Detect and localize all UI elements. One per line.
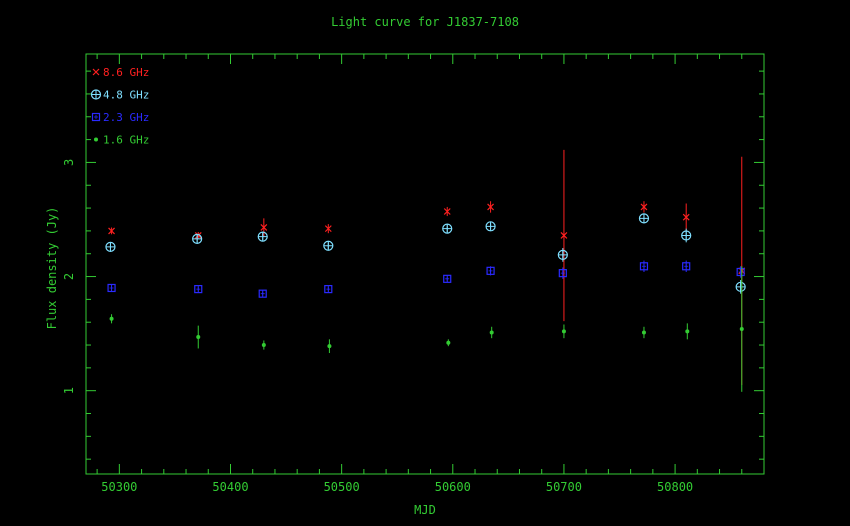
legend-marker [91,112,101,122]
legend-marker [94,137,98,142]
data-point [685,329,690,334]
data-point [681,230,692,241]
x-tick-label: 50600 [435,480,471,494]
light-curve-chart: Light curve for J1837-7108 MJD Flux dens… [45,15,765,517]
legend-item: 1.6 GHz [94,134,149,147]
y-tick-label: 3 [62,159,76,166]
data-point [641,330,646,335]
data-point [442,223,453,234]
legend-item: 2.3 GHz [91,111,149,124]
series-2-3-ghz [107,260,745,298]
x-tick-label: 50700 [546,480,582,494]
legend-label: 1.6 GHz [103,134,149,147]
x-tick-label: 50800 [657,480,693,494]
legend-marker [92,68,100,76]
x-tick-label: 50300 [101,480,137,494]
data-point [257,231,268,242]
series-8-6-ghz [108,149,746,385]
legend-label: 4.8 GHz [103,89,149,102]
data-point [735,281,746,292]
y-tick-label: 1 [62,387,76,394]
data-point [192,233,203,244]
series-1-6-ghz [109,266,744,392]
x-axis-label: MJD [414,503,436,517]
legend-item: 4.8 GHz [90,89,149,102]
data-point [105,241,116,252]
legend-item: 8.6 GHz [92,66,149,79]
data-point [327,344,332,349]
legend: 8.6 GHz 4.8 GHz 2.3 GHz 1.6 GHz [90,66,149,147]
legend-label: 8.6 GHz [103,66,149,79]
data-point [638,213,650,224]
chart-title: Light curve for J1837-7108 [331,15,519,29]
axis-ticks: 50300 50400 50500 50600 50700 50800 1 2 3 [62,54,764,494]
series-layer [105,149,746,392]
series-4-8-ghz [105,213,746,294]
data-point [196,335,201,340]
data-point [739,327,744,332]
legend-marker [90,89,102,100]
data-point [109,316,114,321]
data-point [557,249,568,260]
y-tick-label: 2 [62,273,76,280]
data-point [323,240,334,251]
data-point [561,329,566,334]
y-axis-label: Flux density (Jy) [45,207,59,330]
data-point [489,330,494,335]
x-tick-label: 50400 [212,480,248,494]
x-tick-label: 50500 [324,480,360,494]
data-point [261,343,266,348]
plot-frame [85,53,765,475]
legend-label: 2.3 GHz [103,111,149,124]
data-point [446,340,451,345]
data-point [485,221,496,232]
